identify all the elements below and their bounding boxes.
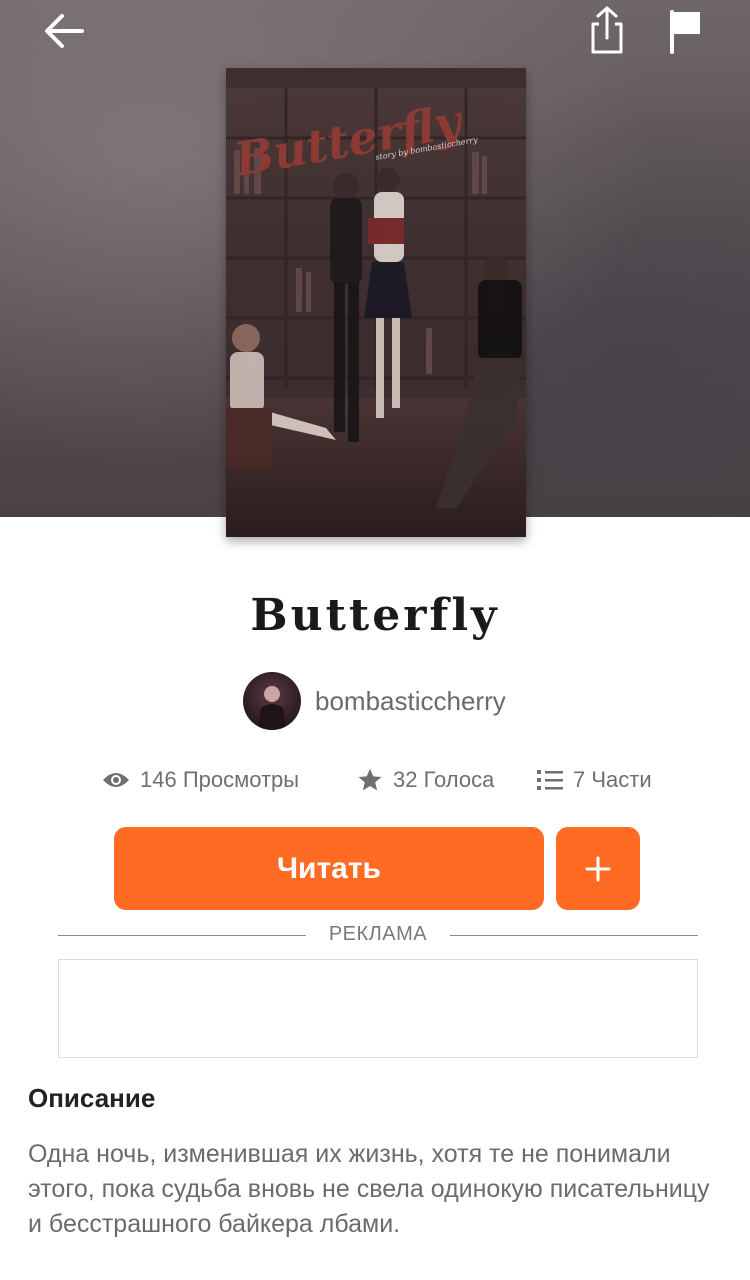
share-button[interactable] <box>585 4 629 56</box>
description-text: Одна ночь, изменившая их жизнь, хотя те … <box>28 1140 710 1238</box>
ad-divider-right <box>450 935 698 936</box>
author-link[interactable]: bombasticcherry <box>243 672 506 730</box>
share-icon <box>591 6 623 54</box>
eye-icon <box>103 773 129 787</box>
read-button[interactable]: Читать <box>114 827 544 910</box>
parts-count: 7 Части <box>573 767 652 792</box>
flag-icon <box>670 10 700 54</box>
views-count: 146 Просмотры <box>140 767 300 792</box>
add-to-library-button[interactable] <box>556 827 640 910</box>
ad-divider-left <box>58 935 306 936</box>
plus-icon <box>585 856 611 881</box>
star-icon <box>358 768 382 791</box>
author-avatar[interactable] <box>243 672 301 730</box>
list-icon <box>537 770 563 790</box>
votes-count: 32 Голоса <box>393 767 495 792</box>
book-stats: 146 Просмотры 32 Голоса 7 Части <box>0 760 750 800</box>
arrow-left-icon <box>45 14 84 48</box>
author-name[interactable]: bombasticcherry <box>315 686 506 717</box>
ad-label: РЕКЛАМА <box>328 923 428 945</box>
back-button[interactable] <box>38 8 90 54</box>
views-stat: 146 Просмотры <box>102 760 299 800</box>
book-title: Butterfly <box>250 590 500 641</box>
parts-stat: 7 Части <box>537 760 652 800</box>
ad-slot[interactable] <box>58 959 698 1058</box>
votes-stat: 32 Голоса <box>357 760 494 800</box>
description-heading: Описание <box>28 1083 156 1113</box>
report-button[interactable] <box>664 6 708 54</box>
book-cover[interactable]: Butterfly story by bombasticcherry <box>226 68 526 537</box>
